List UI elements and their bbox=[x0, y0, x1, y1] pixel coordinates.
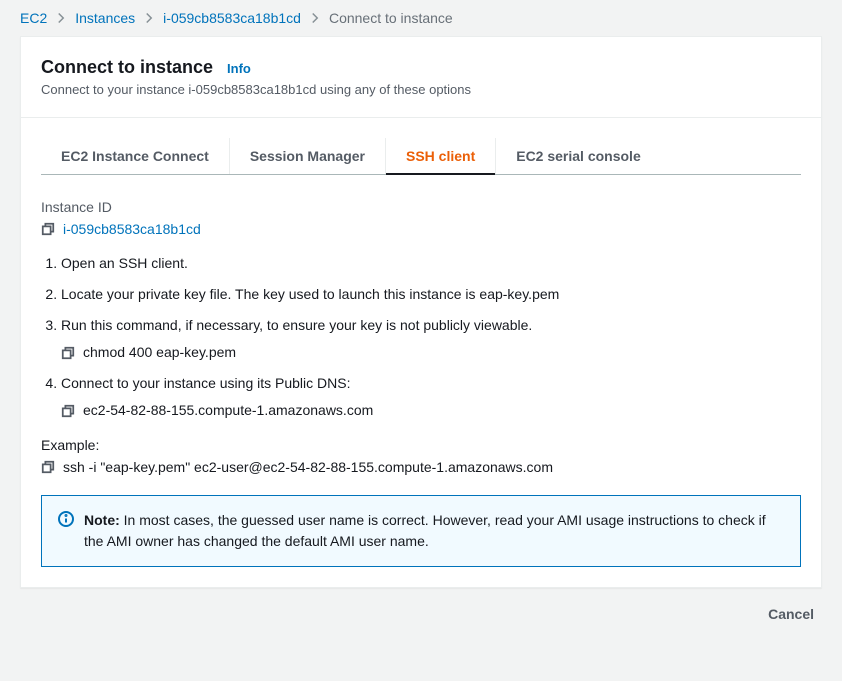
chevron-right-icon bbox=[143, 12, 155, 24]
tab-content-ssh: Instance ID i-059cb8583ca18b1cd Open an … bbox=[41, 175, 801, 567]
chevron-right-icon bbox=[55, 12, 67, 24]
example-command: ssh -i "eap-key.pem" ec2-user@ec2-54-82-… bbox=[63, 459, 553, 475]
tab-session-manager[interactable]: Session Manager bbox=[230, 138, 386, 174]
cancel-button[interactable]: Cancel bbox=[768, 606, 814, 622]
public-dns-value: ec2-54-82-88-155.compute-1.amazonaws.com bbox=[83, 400, 373, 421]
tab-ssh-client[interactable]: SSH client bbox=[386, 138, 496, 174]
breadcrumb-link-instances[interactable]: Instances bbox=[75, 10, 135, 26]
copy-icon[interactable] bbox=[61, 404, 75, 418]
note-box: Note: In most cases, the guessed user na… bbox=[41, 495, 801, 567]
instance-id-value[interactable]: i-059cb8583ca18b1cd bbox=[63, 221, 201, 237]
panel-content: EC2 Instance Connect Session Manager SSH… bbox=[21, 118, 821, 587]
copy-icon[interactable] bbox=[41, 222, 55, 236]
panel-header: Connect to instance Info Connect to your… bbox=[21, 37, 821, 118]
tab-bar: EC2 Instance Connect Session Manager SSH… bbox=[41, 138, 801, 175]
step-1: Open an SSH client. bbox=[61, 253, 801, 274]
breadcrumb-link-ec2[interactable]: EC2 bbox=[20, 10, 47, 26]
note-label: Note: bbox=[84, 512, 120, 528]
footer: Cancel bbox=[0, 588, 842, 640]
chmod-command: chmod 400 eap-key.pem bbox=[83, 342, 236, 363]
breadcrumb-link-instance-id[interactable]: i-059cb8583ca18b1cd bbox=[163, 10, 301, 26]
note-body: In most cases, the guessed user name is … bbox=[84, 512, 766, 549]
breadcrumb-current: Connect to instance bbox=[329, 10, 453, 26]
instance-id-label: Instance ID bbox=[41, 199, 801, 215]
tab-ec2-instance-connect[interactable]: EC2 Instance Connect bbox=[41, 138, 230, 174]
note-text: Note: In most cases, the guessed user na… bbox=[84, 510, 784, 552]
ssh-steps: Open an SSH client. Locate your private … bbox=[41, 253, 801, 421]
step-4: Connect to your instance using its Publi… bbox=[61, 373, 801, 421]
page-title: Connect to instance bbox=[41, 57, 213, 78]
chevron-right-icon bbox=[309, 12, 321, 24]
info-icon bbox=[58, 511, 74, 527]
info-link[interactable]: Info bbox=[227, 61, 251, 76]
example-label: Example: bbox=[41, 437, 801, 453]
copy-icon[interactable] bbox=[61, 346, 75, 360]
page-subtitle: Connect to your instance i-059cb8583ca18… bbox=[41, 82, 801, 97]
step-4-text: Connect to your instance using its Publi… bbox=[61, 375, 350, 391]
step-3-text: Run this command, if necessary, to ensur… bbox=[61, 317, 532, 333]
tab-ec2-serial-console[interactable]: EC2 serial console bbox=[496, 138, 661, 174]
step-3: Run this command, if necessary, to ensur… bbox=[61, 315, 801, 363]
copy-icon[interactable] bbox=[41, 460, 55, 474]
step-2: Locate your private key file. The key us… bbox=[61, 284, 801, 305]
main-panel: Connect to instance Info Connect to your… bbox=[20, 36, 822, 588]
breadcrumb: EC2 Instances i-059cb8583ca18b1cd Connec… bbox=[0, 0, 842, 36]
